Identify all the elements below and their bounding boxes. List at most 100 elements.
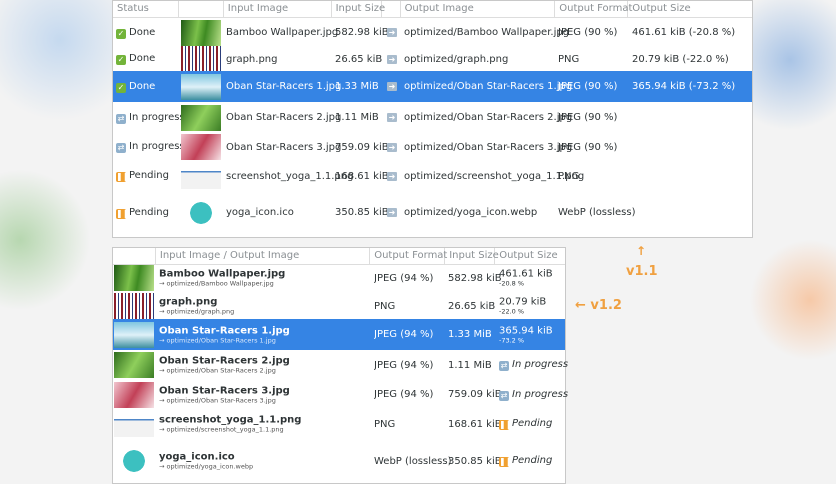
image-names: screenshot_yoga_1.1.png → optimized/scree… [159, 415, 301, 434]
input-size: 168.61 kiB [448, 418, 502, 430]
table-row[interactable]: Oban Star-Racers 2.jpg → optimized/Oban S… [113, 350, 568, 380]
v11-annotation: v1.1 [626, 264, 658, 279]
input-size: 759.09 kiB [335, 141, 389, 153]
refresh-icon: ⇄ [116, 143, 126, 153]
input-image: Oban Star-Racers 1.jpg [159, 325, 290, 336]
input-image: Oban Star-Racers 2.jpg [159, 355, 290, 367]
table-row[interactable]: ⇄ In progress Oban Star-Racers 2.jpg 1.11 M… [113, 102, 752, 133]
input-image: graph.png [159, 296, 218, 308]
table-row[interactable]: ✓ Done Oban Star-Racers 1.jpg 1.33 MiB ➜ opti… [113, 71, 752, 102]
output-image: → optimized/Oban Star-Racers 2.jpg [159, 366, 276, 375]
output-format: JPEG (94 %) [374, 389, 434, 400]
table-row[interactable]: yoga_icon.ico → optimized/yoga_icon.webp W… [113, 439, 565, 483]
output-image: → optimized/Bamboo Wallpaper.jpg [159, 279, 274, 288]
table-row[interactable]: Bamboo Wallpaper.jpg → optimized/Bamboo W… [113, 263, 565, 293]
status-cell: ✓ Done [116, 53, 155, 65]
col-thumb[interactable] [179, 1, 224, 17]
status-cell: ⇄ In progress [116, 112, 185, 124]
col-input-size[interactable]: Input Size [445, 248, 499, 264]
status-label: In progress [129, 141, 185, 152]
col-input-size[interactable]: Input Size [332, 1, 385, 17]
arrow-right-icon: ➜ [387, 171, 397, 181]
refresh-icon: ⇄ [116, 113, 126, 124]
v12-file-table: Input Image / Output Image Output Format… [112, 247, 569, 484]
status-label: In progress [512, 388, 569, 400]
input-image: yoga_icon.ico [159, 451, 235, 463]
output-format: WebP (lossless) [558, 207, 636, 218]
pause-icon: ❚❚ [499, 457, 513, 467]
table-row[interactable]: ⇄ In progress Oban Star-Racers 3.jpg 759.09… [113, 133, 752, 161]
input-image: yoga_icon.ico [226, 207, 294, 218]
col-input-output-image[interactable]: Input Image / Output Image [156, 248, 371, 264]
table-row[interactable]: Oban Star-Racers 1.jpg → optimized/Oban S… [113, 319, 565, 350]
output-format: JPEG (90 %) [558, 81, 618, 92]
v12-annotation: ← v1.2 [575, 298, 622, 313]
col-output-format[interactable]: Output Format [370, 248, 447, 264]
output-format: JPEG (94 %) [374, 359, 434, 371]
output-size: 461.61 kiB (-20.8 %) [632, 27, 736, 38]
output-image: → optimized/yoga_icon.webp [159, 462, 254, 471]
output-image: → optimized/Oban Star-Racers 3.jpg [159, 396, 276, 404]
image-names: Oban Star-Racers 3.jpg → optimized/Oban S… [159, 385, 290, 404]
image-names: Bamboo Wallpaper.jpg → optimized/Bamboo W… [159, 269, 285, 288]
thumbnail [181, 19, 221, 46]
table-row[interactable]: screenshot_yoga_1.1.png → optimized/scree… [113, 409, 565, 439]
output-format: JPEG (94 %) [374, 329, 434, 340]
output-size: 461.61 kiB [499, 268, 553, 280]
output-image: optimized/Oban Star-Racers 2.jpg [404, 112, 573, 123]
status-label: Pending [129, 206, 169, 218]
table-row[interactable]: Oban Star-Racers 3.jpg → optimized/Oban S… [113, 380, 569, 409]
table-row[interactable]: ✓ Done Bamboo Wallpaper.jpg 582.98 kiB ➜ opti… [113, 18, 752, 47]
output-image: → optimized/Oban Star-Racers 1.jpg [159, 336, 276, 344]
input-image: Bamboo Wallpaper.jpg [226, 27, 339, 38]
table-row[interactable]: ❚❚Pending yoga_icon.ico 350.85 kiB ➜ optimiz… [113, 191, 752, 234]
input-size: 1.33 MiB [448, 329, 492, 340]
table-row[interactable]: ❚❚Pending screenshot_yoga_1.1.png 168.61 k… [113, 161, 752, 191]
output-size-cell: ❚❚Pending [499, 418, 552, 430]
output-image: optimized/yoga_icon.webp [404, 207, 538, 218]
output-image: optimized/Oban Star-Racers 3.jpg [404, 141, 573, 153]
col-output-format[interactable]: Output Format [555, 1, 632, 17]
output-size: 365.94 kiB [499, 325, 553, 336]
table-row[interactable]: graph.png → optimized/graph.png PNG 26.65 k… [113, 293, 565, 319]
col-thumb[interactable] [113, 248, 156, 264]
pause-icon: ❚❚ [116, 208, 130, 219]
size-ratio: -22.0 % [499, 307, 525, 316]
input-size: 1.11 MiB [448, 359, 492, 371]
arrow-right-icon: ➜ [387, 28, 397, 37]
input-size: 26.65 kiB [448, 300, 496, 312]
col-arrow[interactable] [382, 1, 401, 17]
thumbnail [114, 381, 154, 408]
col-output-size[interactable]: Output Size [495, 248, 565, 264]
thumbnail [181, 163, 221, 189]
output-size-cell: ❚❚Pending [499, 455, 552, 467]
col-status[interactable]: Status [113, 1, 179, 17]
thumbnail [181, 73, 221, 100]
refresh-icon: ⇄ [499, 390, 509, 401]
check-icon: ✓ [116, 55, 126, 65]
pause-icon: ❚❚ [499, 420, 513, 430]
col-input-image[interactable]: Input Image [224, 1, 332, 17]
refresh-icon: ⇄ [499, 361, 509, 371]
col-output-size[interactable]: Output Size [628, 1, 752, 17]
output-size-cell: ⇄ In progress [499, 359, 568, 371]
output-image: optimized/graph.png [404, 53, 509, 65]
size-ratio: -20.8 % [499, 279, 525, 288]
output-size-cell: 365.94 kiB -73.2 % [499, 325, 553, 344]
image-names: Oban Star-Racers 1.jpg → optimized/Oban S… [159, 325, 290, 344]
table-row[interactable]: ✓ Done graph.png 26.65 kiB ➜ optimized/graph.… [113, 46, 752, 72]
status-label: Done [129, 26, 156, 38]
input-size: 582.98 kiB [335, 27, 389, 38]
image-names: yoga_icon.ico → optimized/yoga_icon.webp [159, 452, 253, 471]
status-label: In progress [129, 111, 185, 123]
output-size-cell: 461.61 kiB -20.8 % [499, 269, 553, 288]
output-format: PNG [558, 53, 580, 65]
status-cell: ❚❚Pending [116, 170, 169, 182]
status-cell: ❚❚Pending [116, 207, 169, 219]
thumbnail [181, 46, 221, 72]
thumbnail [114, 448, 154, 474]
output-image: → optimized/screenshot_yoga_1.1.png [159, 425, 284, 434]
output-size: 20.79 kiB [499, 296, 547, 308]
v11-arrow-annotation: ↑ [636, 244, 647, 258]
col-output-image[interactable]: Output Image [401, 1, 556, 17]
